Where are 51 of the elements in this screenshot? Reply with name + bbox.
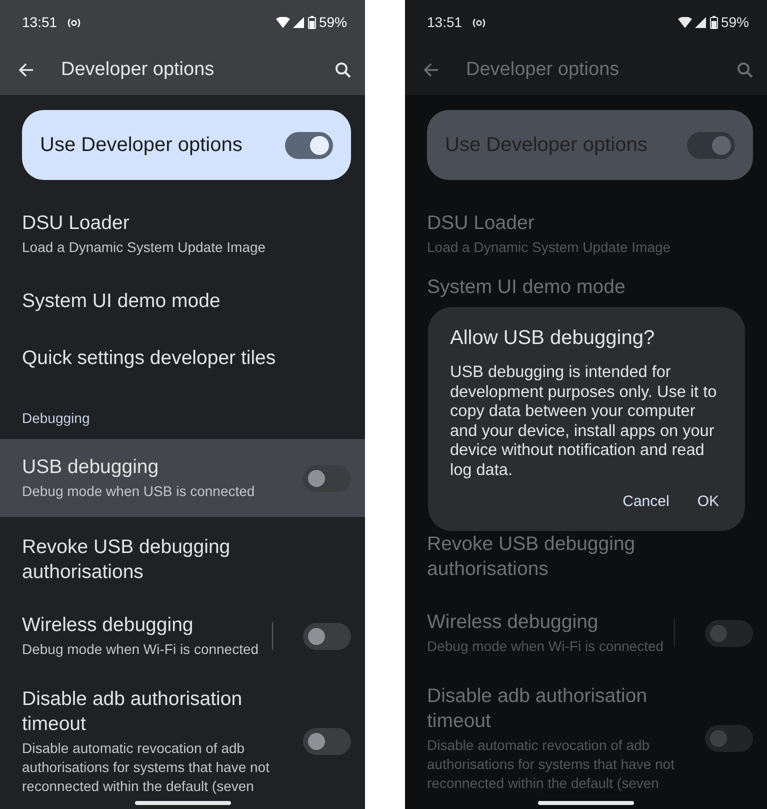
setting-title[interactable]: System UI demo mode xyxy=(427,275,753,300)
toggle-switch[interactable] xyxy=(303,728,351,755)
setting-title[interactable]: Revoke USB debugging authorisations xyxy=(427,532,753,582)
setting-title[interactable]: Disable adb authorisation timeout xyxy=(427,684,691,734)
setting-title: USB debugging xyxy=(22,455,160,480)
back-arrow-icon[interactable] xyxy=(423,63,439,77)
master-switch-label: Use Developer options xyxy=(40,133,242,158)
section-header: Debugging xyxy=(21,409,91,428)
setting-title[interactable]: DSU Loader xyxy=(427,211,753,236)
battery-icon xyxy=(710,16,718,29)
toggle-switch[interactable] xyxy=(303,464,351,492)
status-time: 13:51 xyxy=(427,13,462,32)
signal-icon xyxy=(694,17,706,28)
toggle-switch[interactable] xyxy=(687,132,735,158)
battery-icon xyxy=(308,16,316,29)
status-time: 13:51 xyxy=(22,13,58,32)
dialog-button[interactable]: Cancel xyxy=(616,486,676,517)
screen-title: Developer options xyxy=(466,58,620,82)
master-switch-card[interactable]: Use Developer options xyxy=(22,110,351,180)
signal-icon xyxy=(292,17,304,28)
toggle-switch[interactable] xyxy=(303,622,351,650)
broadcast-icon xyxy=(67,18,82,28)
battery-percent: 59% xyxy=(318,13,347,32)
settings-row[interactable]: USB debugging Debug mode when USB is connected xyxy=(0,439,365,517)
dialog-message: USB debugging is intended for development purposes only. Use it to copy data between your computer and your device, install apps on your device without notification and read log data. xyxy=(450,363,718,480)
search-icon[interactable] xyxy=(335,62,351,78)
dialog-title: Allow USB debugging? xyxy=(450,326,656,351)
search-icon[interactable] xyxy=(737,62,753,78)
setting-summary: Load a Dynamic System Update Image xyxy=(22,238,267,257)
battery-percent: 59% xyxy=(720,13,749,32)
setting-summary: Disable automatic revocation of adb authorisations for systems that have not reconnected within the default (seven xyxy=(22,739,270,796)
setting-summary: Disable automatic revocation of adb authorisations for systems that have not reconnected within the default (seven xyxy=(427,736,676,793)
setting-title[interactable]: Wireless debugging xyxy=(427,610,674,635)
setting-title[interactable]: DSU Loader xyxy=(22,211,351,236)
setting-title[interactable]: Revoke USB debugging authorisations xyxy=(22,535,351,585)
setting-title[interactable]: Wireless debugging xyxy=(22,613,272,638)
broadcast-icon xyxy=(472,18,486,28)
setting-summary: Debug mode when USB is connected xyxy=(22,482,256,501)
toggle-switch[interactable] xyxy=(705,725,753,752)
setting-title[interactable]: Disable adb authorisation timeout xyxy=(22,687,289,737)
screen-title: Developer options xyxy=(61,58,216,82)
setting-title[interactable]: Quick settings developer tiles xyxy=(22,346,351,371)
wifi-icon xyxy=(276,17,290,28)
wifi-icon xyxy=(678,17,692,28)
toggle-switch[interactable] xyxy=(285,132,333,158)
setting-summary: Debug mode when Wi-Fi is connected xyxy=(427,637,665,656)
setting-summary: Debug mode when Wi-Fi is connected xyxy=(22,640,260,659)
setting-title[interactable]: System UI demo mode xyxy=(22,289,351,314)
setting-summary: Load a Dynamic System Update Image xyxy=(427,238,672,257)
dialog-button[interactable]: OK xyxy=(691,486,725,517)
toggle-switch[interactable] xyxy=(705,620,753,646)
